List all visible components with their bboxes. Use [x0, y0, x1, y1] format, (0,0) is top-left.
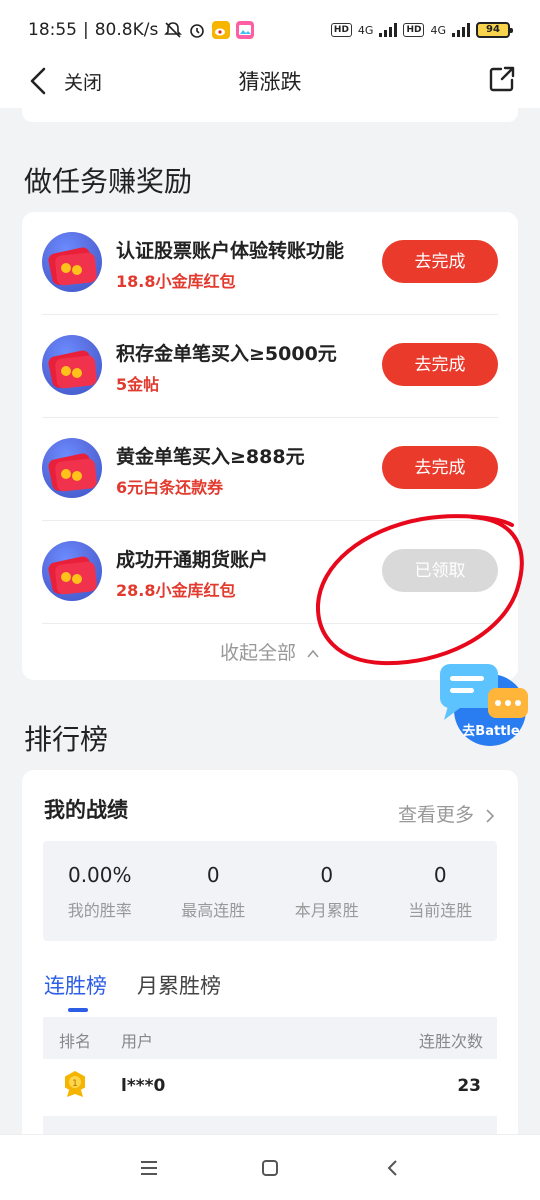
stat-label: 最高连胜: [181, 901, 246, 920]
task-complete-button[interactable]: 去完成: [382, 343, 498, 386]
task-complete-button[interactable]: 去完成: [382, 446, 498, 489]
status-time: 18:55: [28, 20, 77, 40]
stat-value: 0.00%: [67, 863, 132, 887]
battery-icon: 94: [476, 22, 513, 38]
stat-value: 0: [206, 863, 220, 887]
weibo-icon: [212, 21, 231, 39]
collapse-all-label: 收起全部: [219, 642, 296, 664]
status-bar: 18:55 | 80.8K/s HD 4G HD 4G 94: [0, 0, 540, 62]
back-icon[interactable]: [382, 1157, 404, 1179]
tab-streak-rank[interactable]: 连胜榜: [44, 970, 107, 1012]
hd-badge-2: HD: [403, 23, 425, 37]
annotation-circle: [315, 514, 524, 666]
stats-panel: 0.00% 我的胜率 0 最高连胜 0 本月累胜 0 当前连胜: [43, 841, 497, 941]
task-reward: 6元白条还款券: [116, 478, 224, 497]
tasks-section-title: 做任务赚奖励: [24, 165, 193, 198]
task-item: 认证股票账户体验转账功能 18.8小金库红包 去完成: [42, 212, 498, 315]
gallery-icon: [236, 21, 255, 39]
table-row[interactable]: 1 l***0 23: [43, 1062, 497, 1114]
stat-current-streak: 0 当前连胜: [384, 841, 498, 941]
network-label-2: 4G: [430, 23, 446, 37]
red-envelope-icon: [42, 438, 102, 498]
task-title: 认证股票账户体验转账功能: [116, 240, 345, 262]
header-rank: 排名: [59, 1032, 92, 1051]
stat-month-wins: 0 本月累胜: [270, 841, 384, 941]
task-title: 成功开通期货账户: [116, 549, 269, 571]
task-title: 黄金单笔买入≥888元: [116, 446, 305, 468]
nav-bar: 关闭 猜涨跌: [0, 62, 540, 108]
red-envelope-icon: [42, 335, 102, 395]
chevron-right-icon: [486, 808, 495, 823]
stat-win-rate: 0.00% 我的胜率: [43, 841, 157, 941]
stat-value: 0: [433, 863, 447, 887]
task-reward: 28.8小金库红包: [116, 581, 236, 600]
red-envelope-icon: [42, 541, 102, 601]
status-left: 18:55 | 80.8K/s: [28, 20, 255, 40]
home-icon[interactable]: [259, 1157, 281, 1179]
task-complete-button[interactable]: 去完成: [382, 240, 498, 283]
header-count: 连胜次数: [418, 1032, 483, 1051]
status-right: HD 4G HD 4G 94: [330, 22, 513, 38]
alarm-icon: [190, 24, 205, 38]
view-more-link[interactable]: 查看更多: [398, 800, 496, 827]
medal-rank: 1: [72, 1079, 78, 1089]
red-envelope-icon: [42, 232, 102, 292]
stat-max-streak: 0 最高连胜: [157, 841, 271, 941]
rank-section-title: 排行榜: [24, 723, 109, 756]
view-more-label: 查看更多: [397, 804, 474, 826]
rank-card: 我的战绩 查看更多 0.00% 我的胜率 0 最高连胜 0 本月累胜 0 当前连…: [22, 770, 518, 1150]
battle-label[interactable]: 去Battle: [458, 720, 524, 739]
stat-label: 本月累胜: [294, 901, 359, 920]
rank-table-header: 排名 用户 连胜次数: [43, 1017, 497, 1059]
signal-icon-2: [452, 23, 470, 37]
task-item: 积存金单笔买入≥5000元 5金帖 去完成: [42, 315, 498, 418]
gold-medal-icon: 1: [65, 1071, 85, 1097]
header-user: 用户: [121, 1032, 154, 1051]
task-title: 积存金单笔买入≥5000元: [116, 343, 337, 365]
signal-icon-1: [379, 23, 398, 37]
hd-badge-1: HD: [330, 23, 352, 37]
menu-icon[interactable]: [138, 1157, 160, 1179]
mute-bell-icon: [164, 22, 183, 38]
my-record-title: 我的战绩: [44, 798, 128, 822]
top-card-bottom: [22, 108, 518, 122]
page-title: 猜涨跌: [238, 70, 302, 94]
task-reward: 18.8小金库红包: [116, 272, 236, 291]
row-user: l***0: [121, 1076, 166, 1096]
tab-monthly-rank[interactable]: 月累胜榜: [137, 970, 221, 1000]
share-icon[interactable]: [488, 65, 516, 93]
system-nav-bar: [0, 1134, 540, 1200]
row-count: 23: [457, 1076, 481, 1096]
stat-label: 我的胜率: [67, 901, 132, 920]
status-speed: 80.8K/s: [94, 20, 159, 40]
stat-value: 0: [320, 863, 334, 887]
rank-tabs: 连胜榜 月累胜榜: [44, 970, 221, 1012]
stat-label: 当前连胜: [408, 901, 473, 920]
task-reward: 5金帖: [116, 375, 160, 394]
network-label-1: 4G: [357, 23, 374, 37]
